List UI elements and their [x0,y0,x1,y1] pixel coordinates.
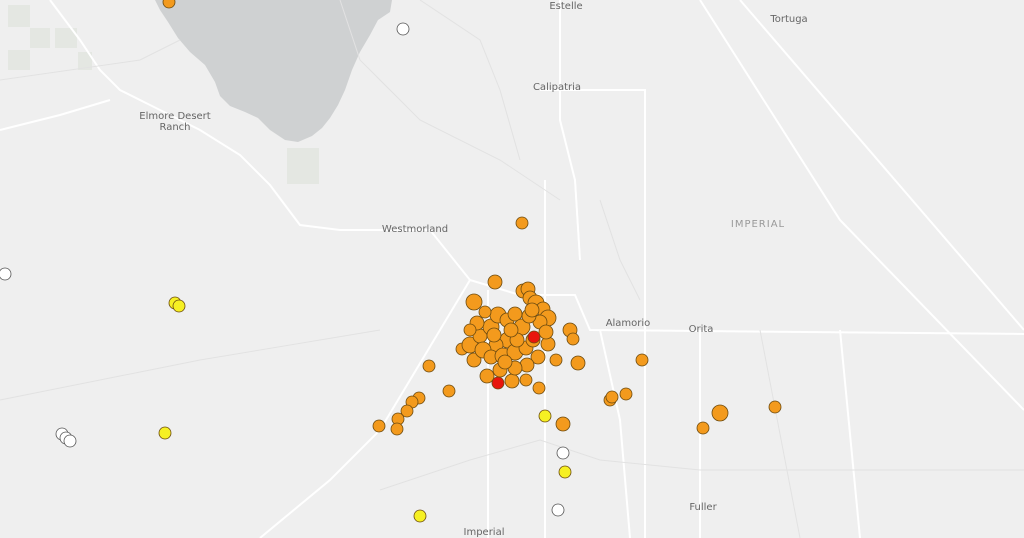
earthquake-marker-orange[interactable] [549,353,563,367]
earthquake-marker-red[interactable] [491,376,505,390]
earthquake-marker-orange[interactable] [519,373,533,387]
place-label-elmore-line1: Elmore Desert [139,111,211,122]
earthquake-marker-orange[interactable] [570,355,586,371]
place-label-elmore-desert-ranch: Elmore Desert Ranch [139,111,210,133]
place-label-elmore-line2: Ranch [159,122,191,133]
earthquake-marker-red[interactable] [527,330,541,344]
earthquake-marker-orange[interactable] [768,400,782,414]
earthquake-marker-orange[interactable] [696,421,710,435]
place-label-westmorland: Westmorland [381,224,449,235]
earthquake-marker-orange[interactable] [463,323,477,337]
roads [0,0,1024,538]
earthquake-marker-orange[interactable] [555,416,571,432]
earthquake-marker-orange[interactable] [442,384,456,398]
earthquake-marker-white[interactable] [396,22,410,36]
earthquake-marker-orange[interactable] [504,373,520,389]
earthquake-marker-yellow[interactable] [158,426,172,440]
earthquake-markers [0,0,782,523]
earthquake-marker-orange[interactable] [372,419,386,433]
earthquake-marker-orange[interactable] [486,327,502,343]
earthquake-marker-orange[interactable] [503,322,519,338]
earthquake-marker-orange[interactable] [538,324,554,340]
earthquake-marker-orange[interactable] [478,305,492,319]
earthquake-marker-white[interactable] [551,503,565,517]
place-label-estelle: Estelle [549,1,583,12]
earthquake-marker-yellow[interactable] [172,299,186,313]
place-label-fuller: Fuller [689,502,717,513]
earthquake-marker-orange[interactable] [605,390,619,404]
place-label-tortuga: Tortuga [770,14,808,25]
earthquake-marker-orange[interactable] [162,0,176,9]
earthquake-marker-white[interactable] [0,267,12,281]
earthquake-marker-orange[interactable] [524,302,540,318]
earthquake-marker-orange[interactable] [390,422,404,436]
basemap [0,0,1024,538]
earthquake-marker-orange[interactable] [422,359,436,373]
earthquake-marker-orange[interactable] [465,293,483,311]
place-label-calipatria: Calipatria [532,82,582,93]
earthquake-map[interactable]: Estelle Tortuga Calipatria Elmore Desert… [0,0,1024,538]
earthquake-marker-orange[interactable] [487,274,503,290]
place-label-imperial: Imperial [463,527,505,538]
earthquake-marker-yellow[interactable] [413,509,427,523]
earthquake-marker-orange[interactable] [532,381,546,395]
place-label-orita: Orita [688,324,714,335]
earthquake-marker-white[interactable] [63,434,77,448]
earthquake-marker-orange[interactable] [497,354,513,370]
earthquake-marker-orange[interactable] [619,387,633,401]
earthquake-marker-yellow[interactable] [538,409,552,423]
earthquake-marker-orange[interactable] [635,353,649,367]
region-label-imperial: IMPERIAL [730,219,786,230]
earthquake-marker-orange[interactable] [711,404,729,422]
earthquake-marker-white[interactable] [556,446,570,460]
earthquake-marker-orange[interactable] [479,368,495,384]
earthquake-marker-orange[interactable] [566,332,580,346]
minor-roads [0,0,1024,538]
earthquake-marker-yellow[interactable] [558,465,572,479]
place-label-alamorio: Alamorio [605,318,651,329]
earthquake-marker-orange[interactable] [515,216,529,230]
